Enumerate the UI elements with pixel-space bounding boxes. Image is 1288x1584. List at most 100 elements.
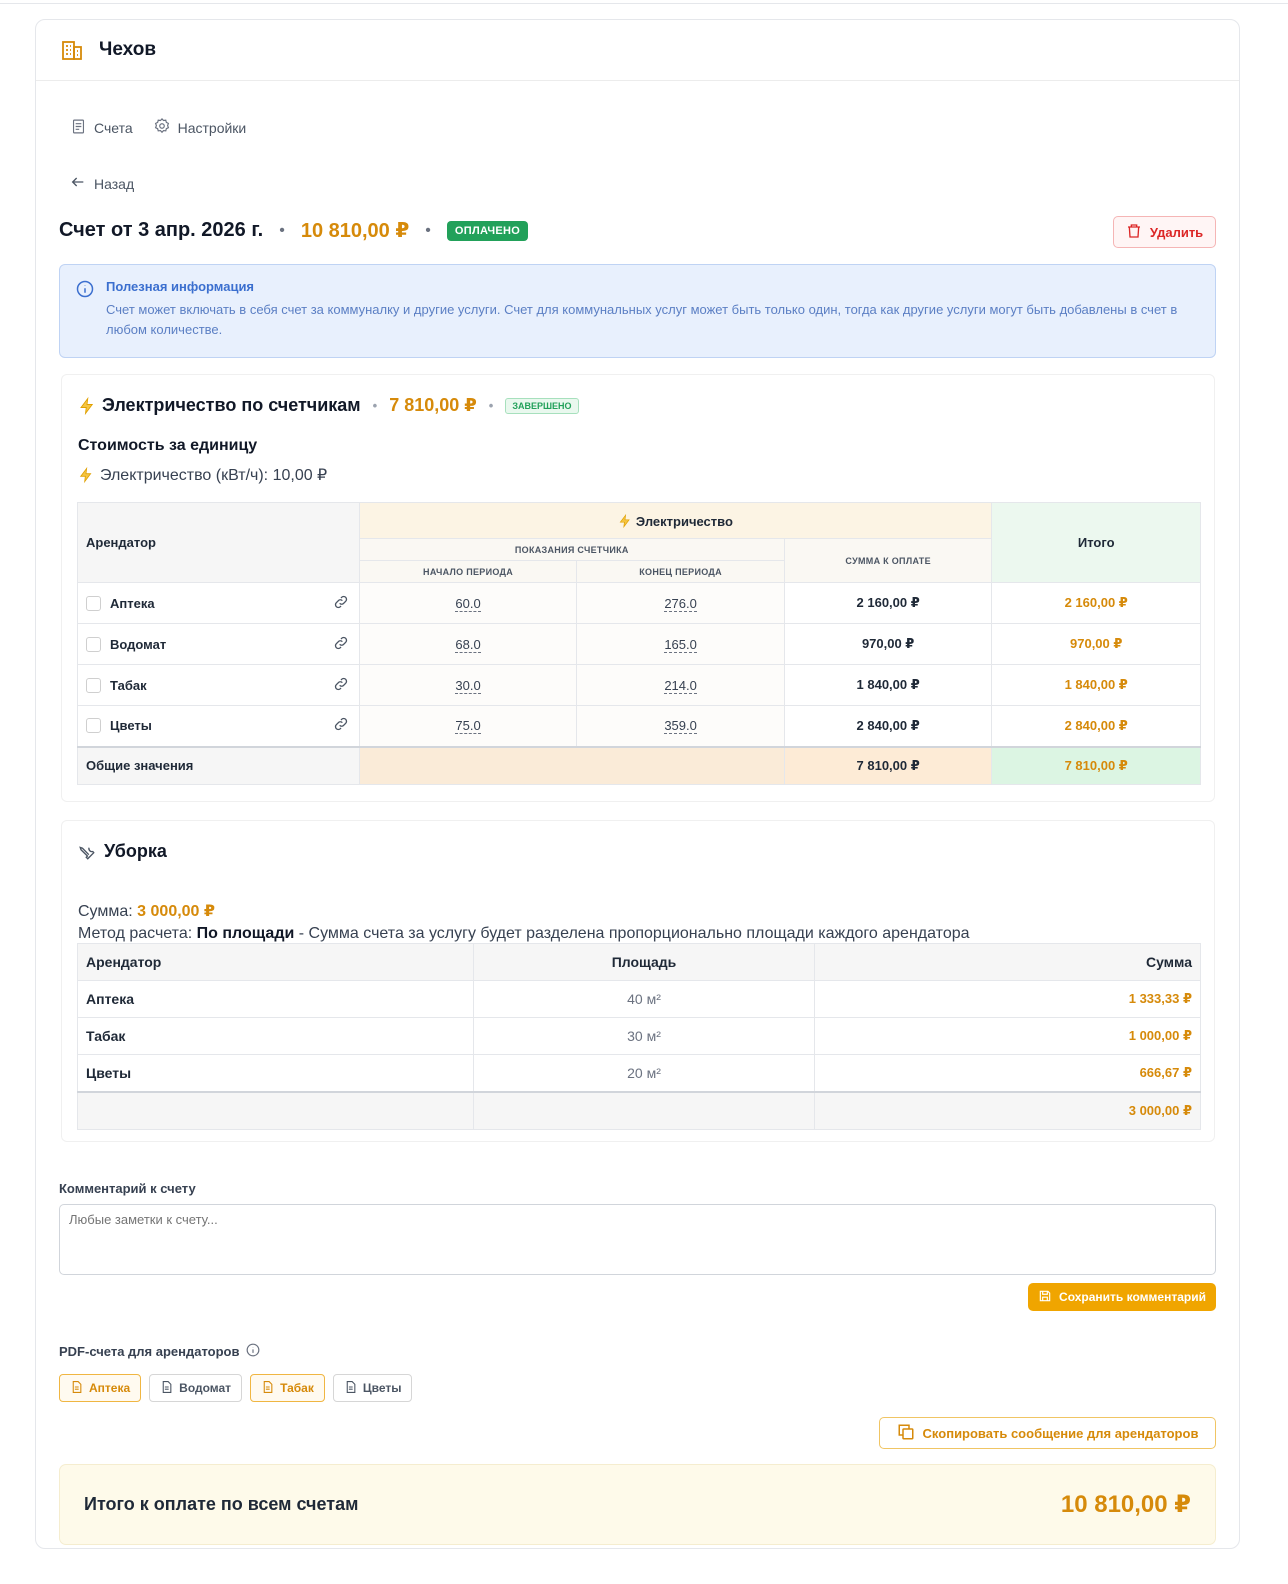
totals-row: Общие значения 7 810,00 ₽ 7 810,00 ₽ [77, 745, 1201, 785]
row-checkbox[interactable] [86, 677, 101, 693]
card-header: Чехов [36, 20, 1239, 81]
tenant-name: Табак [110, 677, 147, 693]
pdf-chip[interactable]: Аптека [59, 1374, 142, 1402]
row-checkbox[interactable] [86, 718, 101, 734]
table-row: Водомат 68.0 165.0 970,00 ₽ 970,00 ₽ [77, 623, 1201, 665]
completed-badge: ЗАВЕРШЕНО [505, 397, 579, 414]
copy-message-label: Скопировать сообщение для арендаторов [922, 1425, 1199, 1441]
row-checkbox[interactable] [86, 636, 101, 652]
delete-button[interactable]: Удалить [1113, 216, 1216, 248]
tabs: Счета Настройки [70, 117, 246, 138]
col-electricity-label: Электричество [635, 513, 733, 529]
pdf-chip-label: Аптека [89, 1381, 131, 1395]
back-label: Назад [94, 175, 135, 192]
delete-label: Удалить [1149, 224, 1204, 240]
tenant-area: 20 м² [473, 1054, 815, 1092]
grand-total: Итого к оплате по всем счетам 10 810,00 … [59, 1464, 1216, 1545]
save-comment-button[interactable]: Сохранить комментарий [1028, 1283, 1216, 1311]
col-electricity: Электричество [358, 502, 993, 539]
tenant-sum: 1 333,33 ₽ [814, 980, 1201, 1018]
info-text: Счет может включать в себя счет за комму… [106, 302, 1178, 337]
pdf-chip-label: Цветы [362, 1381, 402, 1395]
col-area: Площадь [473, 943, 815, 981]
unit-cost-heading: Стоимость за единицу [78, 437, 258, 454]
link-icon[interactable] [333, 635, 349, 654]
cleaning-section: Уборка Сумма: 3 000,00 ₽ Метод расчета: … [61, 820, 1215, 1142]
tenant-name: Аптека [77, 980, 474, 1018]
wrench-icon [78, 843, 96, 861]
top-divider [0, 3, 1288, 4]
col-sum: Сумма [814, 943, 1201, 981]
pdf-chip[interactable]: Цветы [332, 1374, 413, 1402]
col-tenant: Арендатор [77, 502, 360, 583]
info-alert: Полезная информация Счет может включать … [59, 264, 1216, 358]
col-end: КОНЕЦ ПЕРИОДА [576, 560, 785, 583]
due-amount: 2 160,00 ₽ [783, 582, 993, 624]
start-reading[interactable]: 75.0 [455, 718, 481, 735]
tenant-name: Водомат [110, 636, 167, 652]
gear-icon [153, 117, 171, 138]
page-title: Чехов [99, 39, 157, 60]
document-icon [261, 1380, 274, 1397]
end-reading[interactable]: 276.0 [664, 595, 697, 612]
tenant-area: 30 м² [473, 1017, 815, 1055]
back-link[interactable]: Назад [70, 174, 134, 193]
comment-input[interactable] [59, 1204, 1216, 1275]
end-reading[interactable]: 165.0 [664, 636, 697, 653]
method-value: По площади [196, 925, 295, 942]
tenant-sum: 1 000,00 ₽ [814, 1017, 1201, 1055]
start-reading[interactable]: 60.0 [455, 595, 481, 612]
lightning-icon [78, 396, 96, 416]
row-total: 1 840,00 ₽ [991, 664, 1201, 706]
tab-settings[interactable]: Настройки [153, 117, 246, 138]
building-icon [60, 38, 84, 62]
link-icon[interactable] [333, 716, 349, 735]
totals-total: 7 810,00 ₽ [991, 745, 1201, 785]
grand-total-label: Итого к оплате по всем счетам [84, 1494, 359, 1514]
pdf-chip[interactable]: Водомат [149, 1374, 243, 1402]
tenant-sum: 666,67 ₽ [814, 1054, 1201, 1092]
tenant-name: Цветы [77, 1054, 474, 1092]
info-icon[interactable] [246, 1343, 260, 1360]
end-reading[interactable]: 214.0 [664, 677, 697, 694]
col-readings: ПОКАЗАНИЯ СЧЕТЧИКА [358, 538, 785, 561]
table-row: Цветы 75.0 359.0 2 840,00 ₽ 2 840,00 ₽ [77, 705, 1201, 747]
totals-empty [358, 745, 785, 785]
copy-message-button[interactable]: Скопировать сообщение для арендаторов [879, 1417, 1216, 1449]
document-icon [160, 1380, 173, 1397]
invoice-amount: 10 810,00 ₽ [300, 220, 410, 242]
lightning-icon [618, 513, 632, 529]
col-total: Итого [991, 502, 1201, 583]
col-tenant: Арендатор [77, 943, 474, 981]
due-amount: 2 840,00 ₽ [783, 705, 993, 747]
document-icon [70, 1380, 83, 1397]
cleaning-sum-label: Сумма: [78, 903, 133, 920]
cleaning-sum-value: 3 000,00 ₽ [137, 903, 216, 920]
link-icon[interactable] [333, 676, 349, 695]
electricity-amount: 7 810,00 ₽ [389, 395, 477, 415]
separator-dot: • [425, 221, 431, 239]
info-icon [76, 280, 94, 303]
electricity-table: Арендатор Электричество Итого ПОКАЗАНИЯ … [77, 502, 1201, 785]
row-checkbox[interactable] [86, 595, 101, 611]
pdf-label-text: PDF-счета для арендаторов [59, 1344, 240, 1359]
grand-total-value: 10 810,00 ₽ [1060, 1491, 1191, 1518]
pdf-chip-label: Водомат [179, 1381, 232, 1395]
arrow-left-icon [70, 174, 86, 193]
tenant-name: Аптека [110, 595, 155, 611]
end-reading[interactable]: 359.0 [664, 718, 697, 735]
col-due: СУММА К ОПЛАТЕ [783, 538, 993, 583]
link-icon[interactable] [333, 594, 349, 613]
pdf-chip[interactable]: Табак [250, 1374, 325, 1402]
pdf-chips: Аптека Водомат Табак Цветы [59, 1374, 413, 1402]
invoice-title: Счет от 3 апр. 2026 г. [59, 219, 264, 241]
electricity-header: Электричество по счетчикам • 7 810,00 ₽ … [78, 395, 579, 416]
row-total: 2 840,00 ₽ [991, 705, 1201, 747]
start-reading[interactable]: 30.0 [455, 677, 481, 694]
unit-cost-line: Электричество (кВт/ч): 10,00 ₽ [78, 465, 327, 485]
cleaning-method: Метод расчета: По площади - Сумма счета … [78, 925, 970, 943]
trash-icon [1126, 222, 1142, 243]
start-reading[interactable]: 68.0 [455, 636, 481, 653]
info-title: Полезная информация [106, 279, 255, 294]
tab-invoices[interactable]: Счета [70, 117, 133, 138]
